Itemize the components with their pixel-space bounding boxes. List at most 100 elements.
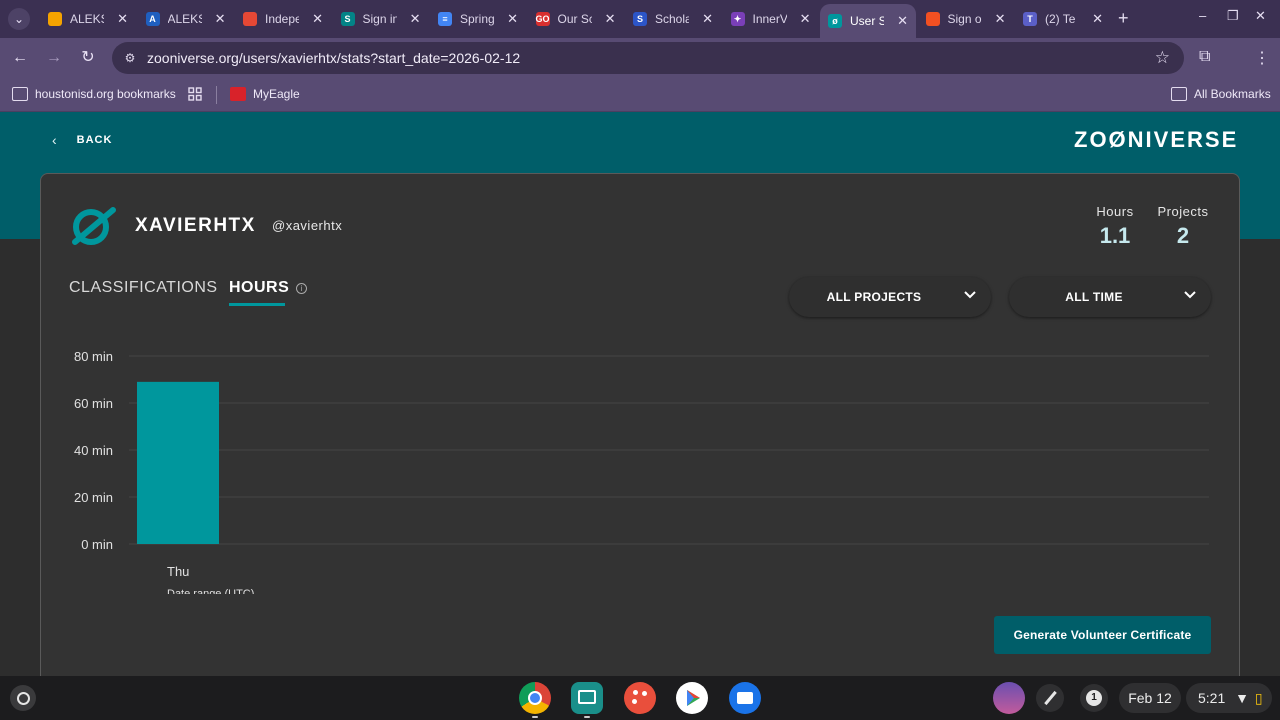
close-tab-icon[interactable]: ✕	[1092, 11, 1103, 27]
close-tab-icon[interactable]: ✕	[605, 11, 616, 27]
zooniverse-stats-page: ‹ BACK ZOØNIVERSE XAVIERHTX @xavierhtx H…	[0, 112, 1280, 676]
forward-arrow-icon[interactable]: →	[43, 47, 65, 69]
minimize-icon[interactable]: –	[1199, 8, 1206, 23]
chevron-left-icon: ‹	[52, 132, 58, 148]
files-app-icon[interactable]	[729, 682, 761, 714]
tab-favicon-icon	[48, 12, 62, 26]
launcher-icon[interactable]	[10, 685, 36, 711]
apps-grid-icon[interactable]	[188, 87, 202, 101]
active-tab-underline	[229, 303, 285, 306]
bookmark-houstonisd[interactable]: houstonisd.org bookmarks	[12, 87, 176, 101]
y-tick-label: 20 min	[74, 490, 113, 505]
hours-stat-value: 1.1	[1099, 223, 1131, 248]
back-link[interactable]: ‹ BACK	[52, 132, 112, 148]
chevron-down-icon	[964, 291, 976, 299]
browser-menu-icon[interactable]: ⋮	[1254, 48, 1270, 68]
browser-tab[interactable]: A ALEKS ✕	[138, 4, 234, 34]
browser-tab-strip: ⌄ ALEKS✕AALEKS✕Indepe✕SSign in✕≡Spring✕G…	[0, 0, 1280, 38]
zooniverse-avatar-icon	[72, 207, 116, 245]
browser-tab[interactable]: Sign o ✕	[918, 4, 1014, 34]
tab-hours[interactable]: HOURS	[229, 279, 290, 306]
close-window-icon[interactable]: ✕	[1255, 8, 1266, 24]
close-tab-icon[interactable]: ✕	[215, 11, 226, 27]
browser-tab[interactable]: T (2) Te ✕	[1015, 4, 1111, 34]
browser-tab[interactable]: S Sign in ✕	[333, 4, 429, 34]
stylus-pen-icon[interactable]	[1036, 684, 1064, 712]
classroom-app-icon[interactable]	[571, 682, 603, 714]
close-tab-icon[interactable]: ✕	[702, 11, 713, 27]
address-bar[interactable]: ⚙ zooniverse.org/users/xavierhtx/stats?s…	[112, 42, 1184, 74]
tab-title: ALEKS	[70, 12, 104, 26]
extensions-puzzle-icon[interactable]: ⧉	[1199, 48, 1210, 66]
canvas-paint-app-icon[interactable]	[624, 682, 656, 714]
zooniverse-logo[interactable]: ZOØNIVERSE	[1074, 127, 1238, 153]
close-tab-icon[interactable]: ✕	[312, 11, 323, 27]
tab-favicon-icon: ✦	[730, 12, 745, 26]
close-tab-icon[interactable]: ✕	[507, 11, 518, 27]
bookmark-star-icon[interactable]: ☆	[1155, 48, 1170, 68]
close-tab-icon[interactable]: ✕	[800, 11, 811, 27]
chrome-app-icon[interactable]	[519, 682, 551, 714]
date-pill[interactable]: Feb 12	[1119, 683, 1181, 713]
project-filter-value: ALL PROJECTS	[826, 290, 922, 304]
status-tray[interactable]: 5:21 ▼ ▯	[1186, 683, 1272, 713]
back-arrow-icon[interactable]: ←	[9, 47, 31, 69]
new-tab-plus-icon[interactable]: +	[1118, 8, 1129, 28]
user-avatar[interactable]	[993, 682, 1025, 714]
browser-tab[interactable]: S Schola ✕	[625, 4, 721, 34]
browser-tab[interactable]: ≡ Spring ✕	[430, 4, 526, 34]
all-bookmarks[interactable]: All Bookmarks	[1171, 87, 1271, 101]
time-filter-dropdown[interactable]: ALL TIME	[1009, 277, 1211, 317]
site-info-icon[interactable]: ⚙	[122, 50, 138, 66]
tab-classifications[interactable]: CLASSIFICATIONS	[69, 279, 218, 297]
y-tick-label: 60 min	[74, 396, 113, 411]
info-icon[interactable]: i	[296, 283, 307, 294]
running-indicator	[532, 716, 538, 718]
user-handle: @xavierhtx	[272, 218, 343, 233]
browser-toolbar: ← → ↻ ⚙ zooniverse.org/users/xavierhtx/s…	[0, 38, 1280, 78]
bookmarks-bar: houstonisd.org bookmarks MyEagle All Boo…	[0, 78, 1280, 112]
bookmark-divider	[216, 86, 217, 104]
generate-certificate-button[interactable]: Generate Volunteer Certificate	[994, 616, 1211, 654]
bookmark-myeagle[interactable]: MyEagle	[230, 87, 300, 101]
all-bookmarks-label: All Bookmarks	[1194, 87, 1271, 101]
tab-favicon-icon: A	[145, 12, 160, 26]
tab-favicon-icon: S	[340, 12, 355, 26]
hours-stat: Hours 1.1	[1093, 204, 1137, 249]
y-tick-label: 40 min	[74, 443, 113, 458]
tab-title: Spring	[460, 12, 494, 26]
notification-indicator[interactable]: 1	[1080, 684, 1108, 712]
tab-title: (2) Te	[1045, 12, 1076, 26]
managed-folder-icon	[12, 87, 28, 101]
restore-window-icon[interactable]: ❐	[1227, 8, 1239, 24]
myeagle-icon	[230, 87, 246, 101]
tab-hours-label: HOURS	[229, 279, 290, 296]
browser-tab[interactable]: ø User S ✕	[820, 4, 916, 38]
tab-title: InnerV	[752, 12, 787, 26]
browser-tab[interactable]: ✦ InnerV ✕	[723, 4, 819, 34]
browser-tab[interactable]: GO Our Sc ✕	[528, 4, 624, 34]
play-store-app-icon[interactable]	[676, 682, 708, 714]
reload-icon[interactable]: ↻	[77, 47, 99, 69]
browser-tab[interactable]: ALEKS ✕	[40, 4, 136, 34]
close-tab-icon[interactable]: ✕	[897, 13, 908, 29]
close-tab-icon[interactable]: ✕	[995, 11, 1006, 27]
tab-favicon-icon	[243, 12, 257, 26]
folder-icon	[1171, 87, 1187, 101]
close-tab-icon[interactable]: ✕	[117, 11, 128, 27]
chart-bar[interactable]	[137, 381, 219, 544]
y-tick-label: 0 min	[81, 537, 113, 552]
bookmark-label: houstonisd.org bookmarks	[35, 87, 176, 101]
project-filter-dropdown[interactable]: ALL PROJECTS	[789, 277, 991, 317]
tab-title: Sign in	[362, 12, 397, 26]
wifi-icon: ▼	[1235, 690, 1249, 706]
tab-favicon-icon: S	[633, 12, 647, 26]
hours-bar-chart: 0 min 20 min 40 min 60 min 80 min Thu Date ran…	[74, 349, 1209, 594]
x-tick-label: Thu	[167, 564, 189, 579]
notification-count: 1	[1086, 690, 1102, 706]
tab-favicon-icon: GO	[535, 12, 550, 26]
browser-tab[interactable]: Indepe ✕	[235, 4, 331, 34]
close-tab-icon[interactable]: ✕	[410, 11, 421, 27]
tab-favicon-icon	[925, 12, 940, 26]
tab-search-chevron-icon[interactable]: ⌄	[8, 8, 30, 30]
